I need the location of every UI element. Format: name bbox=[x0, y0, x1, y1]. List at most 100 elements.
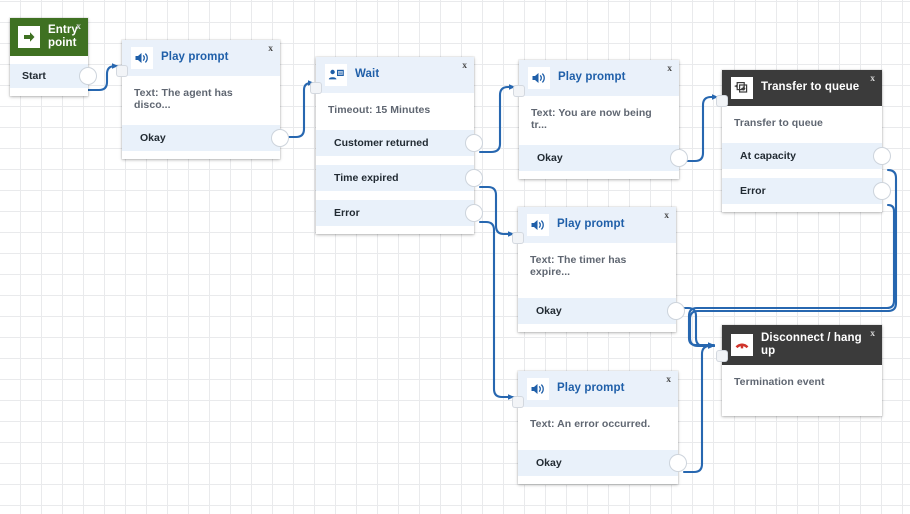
node-ports: Okay bbox=[519, 145, 679, 179]
node-ports: Okay bbox=[518, 450, 678, 484]
person-clock-icon bbox=[325, 64, 347, 86]
port-connector-dot[interactable] bbox=[874, 148, 890, 164]
port-label: Error bbox=[740, 185, 766, 197]
input-connector-dot[interactable] bbox=[717, 351, 727, 361]
entry-arrow-icon bbox=[18, 26, 40, 48]
wire-pp2-to-queue bbox=[685, 97, 718, 161]
close-icon[interactable]: x bbox=[666, 375, 671, 385]
port-label: Error bbox=[334, 207, 360, 219]
node-body-text: Text: The timer has expire... bbox=[518, 243, 676, 298]
node-header[interactable]: Entry point x bbox=[10, 18, 88, 56]
node-header[interactable]: Transfer to queue x bbox=[722, 70, 882, 106]
node-title: Transfer to queue bbox=[761, 81, 859, 94]
close-icon[interactable]: x bbox=[664, 211, 669, 221]
port-error[interactable]: Error bbox=[722, 178, 882, 204]
port-label: Customer returned bbox=[334, 137, 429, 149]
port-okay[interactable]: Okay bbox=[518, 298, 676, 324]
node-body-text: Timeout: 15 Minutes bbox=[316, 93, 474, 130]
node-play-prompt-3[interactable]: Play prompt x Text: The timer has expire… bbox=[518, 207, 676, 332]
port-connector-dot[interactable] bbox=[671, 150, 687, 166]
node-body-text: Text: The agent has disco... bbox=[122, 76, 280, 125]
port-connector-dot[interactable] bbox=[272, 130, 288, 146]
node-title: Disconnect / hang up bbox=[761, 332, 873, 358]
speaker-icon bbox=[528, 67, 550, 89]
node-body-text: Termination event bbox=[722, 365, 882, 416]
port-connector-dot[interactable] bbox=[874, 183, 890, 199]
node-disconnect-hang-up[interactable]: Disconnect / hang up x Termination event bbox=[722, 325, 882, 416]
port-at-capacity[interactable]: At capacity bbox=[722, 143, 882, 169]
port-label: Okay bbox=[537, 152, 563, 164]
node-ports: At capacity Error bbox=[722, 143, 882, 212]
node-title: Play prompt bbox=[557, 382, 625, 395]
node-header[interactable]: Play prompt x bbox=[519, 60, 679, 96]
node-ports: Okay bbox=[122, 125, 280, 159]
port-time-expired[interactable]: Time expired bbox=[316, 165, 474, 191]
wire-pp3-to-disconnect bbox=[682, 308, 714, 346]
node-play-prompt-4[interactable]: Play prompt x Text: An error occurred. O… bbox=[518, 371, 678, 484]
port-start[interactable]: Start bbox=[10, 64, 88, 88]
port-label: Okay bbox=[140, 132, 166, 144]
close-icon[interactable]: x bbox=[268, 44, 273, 54]
wire-pp1-to-wait bbox=[286, 83, 314, 137]
node-ports: Okay bbox=[518, 298, 676, 332]
port-label: Okay bbox=[536, 457, 562, 469]
input-connector-dot[interactable] bbox=[513, 397, 523, 407]
speaker-icon bbox=[527, 214, 549, 236]
speaker-icon bbox=[131, 47, 153, 69]
node-title: Wait bbox=[355, 68, 379, 81]
node-entry-point[interactable]: Entry point x Start bbox=[10, 18, 88, 96]
port-label: At capacity bbox=[740, 150, 796, 162]
phone-hangup-icon bbox=[731, 334, 753, 356]
input-connector-dot[interactable] bbox=[717, 96, 727, 106]
close-icon[interactable]: x bbox=[76, 22, 81, 32]
close-icon[interactable]: x bbox=[667, 64, 672, 74]
node-title: Play prompt bbox=[161, 51, 229, 64]
speaker-icon bbox=[527, 378, 549, 400]
port-error[interactable]: Error bbox=[316, 200, 474, 226]
node-body-text: Transfer to queue bbox=[722, 106, 882, 143]
input-connector-dot[interactable] bbox=[513, 233, 523, 243]
close-icon[interactable]: x bbox=[462, 61, 467, 71]
input-connector-dot[interactable] bbox=[514, 86, 524, 96]
port-connector-dot[interactable] bbox=[80, 68, 96, 84]
node-header[interactable]: Play prompt x bbox=[518, 207, 676, 243]
node-ports: Start bbox=[10, 56, 88, 96]
input-connector-dot[interactable] bbox=[311, 83, 321, 93]
flow-canvas[interactable]: Entry point x Start Play prompt x Text: … bbox=[0, 0, 910, 514]
node-title: Play prompt bbox=[557, 218, 625, 231]
close-icon[interactable]: x bbox=[870, 329, 875, 339]
node-body-text: Text: An error occurred. bbox=[518, 407, 678, 450]
wire-queue-error-to-disconnect bbox=[689, 205, 894, 345]
node-header[interactable]: Play prompt x bbox=[122, 40, 280, 76]
wire-wait-to-pp2 bbox=[480, 87, 515, 152]
port-label: Okay bbox=[536, 305, 562, 317]
port-connector-dot[interactable] bbox=[668, 303, 684, 319]
wire-wait-to-pp3 bbox=[480, 187, 514, 234]
wire-wait-to-pp4 bbox=[480, 222, 514, 397]
port-okay[interactable]: Okay bbox=[122, 125, 280, 151]
port-label: Start bbox=[22, 70, 46, 82]
port-connector-dot[interactable] bbox=[466, 205, 482, 221]
input-connector-dot[interactable] bbox=[117, 66, 127, 76]
port-connector-dot[interactable] bbox=[670, 455, 686, 471]
node-header[interactable]: Play prompt x bbox=[518, 371, 678, 407]
node-title: Play prompt bbox=[558, 71, 626, 84]
transfer-queue-icon bbox=[731, 77, 753, 99]
node-ports: Customer returned Time expired Error bbox=[316, 130, 474, 234]
node-transfer-to-queue[interactable]: Transfer to queue x Transfer to queue At… bbox=[722, 70, 882, 212]
wire-pp4-to-disconnect bbox=[684, 346, 714, 472]
port-customer-returned[interactable]: Customer returned bbox=[316, 130, 474, 156]
node-header[interactable]: Wait x bbox=[316, 57, 474, 93]
node-title: Entry point bbox=[48, 24, 80, 50]
port-okay[interactable]: Okay bbox=[518, 450, 678, 476]
node-play-prompt-2[interactable]: Play prompt x Text: You are now being tr… bbox=[519, 60, 679, 179]
node-wait[interactable]: Wait x Timeout: 15 Minutes Customer retu… bbox=[316, 57, 474, 234]
close-icon[interactable]: x bbox=[870, 74, 875, 84]
node-header[interactable]: Disconnect / hang up x bbox=[722, 325, 882, 365]
port-okay[interactable]: Okay bbox=[519, 145, 679, 171]
port-connector-dot[interactable] bbox=[466, 170, 482, 186]
node-body-text: Text: You are now being tr... bbox=[519, 96, 679, 145]
port-connector-dot[interactable] bbox=[466, 135, 482, 151]
port-label: Time expired bbox=[334, 172, 399, 184]
node-play-prompt-1[interactable]: Play prompt x Text: The agent has disco.… bbox=[122, 40, 280, 159]
